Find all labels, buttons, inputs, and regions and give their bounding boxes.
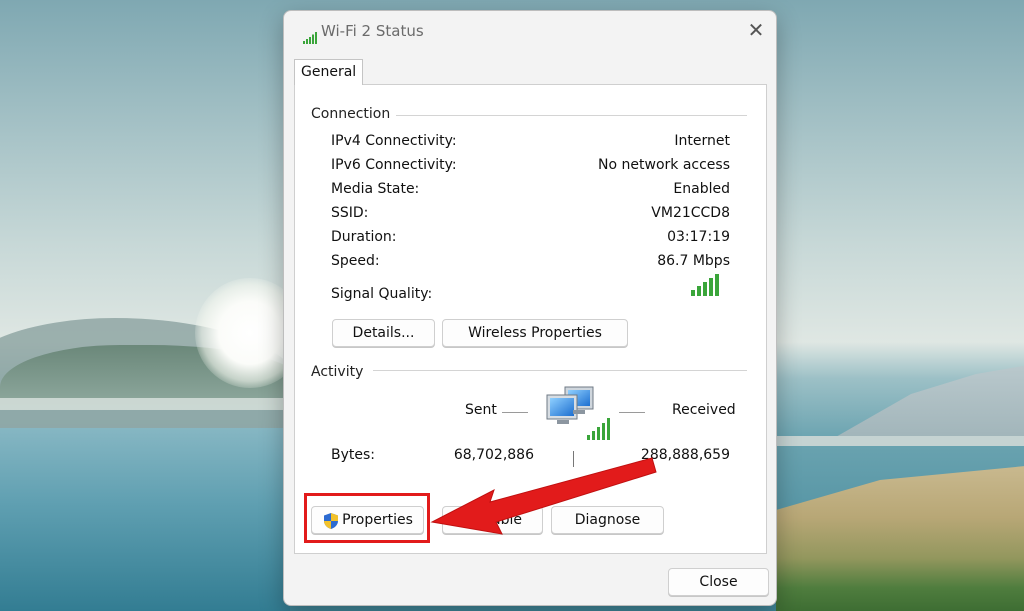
connection-group-label: Connection — [311, 106, 397, 122]
sent-connector-line — [502, 412, 528, 413]
sent-label: Sent — [465, 402, 497, 418]
received-label: Received — [672, 402, 736, 418]
wallpaper-shore — [0, 398, 300, 410]
ipv4-value: Internet — [674, 133, 730, 149]
close-window-button[interactable]: ✕ — [742, 17, 770, 43]
wallpaper-mountain — [820, 366, 1024, 446]
activity-group-divider — [373, 370, 747, 371]
wireless-properties-button[interactable]: Wireless Properties — [442, 319, 628, 347]
general-tab-panel: Connection IPv4 Connectivity: Internet I… — [294, 84, 767, 554]
properties-button-label: Properties — [342, 512, 413, 528]
wallpaper-shore-right — [776, 436, 1024, 446]
uac-shield-icon — [324, 513, 338, 529]
properties-button[interactable]: Properties — [311, 506, 424, 534]
media-state-value: Enabled — [673, 181, 730, 197]
window-title: Wi-Fi 2 Status — [321, 22, 424, 40]
ipv4-label: IPv4 Connectivity: — [331, 133, 457, 149]
ipv6-value: No network access — [598, 157, 730, 173]
wifi-signal-icon — [303, 32, 317, 44]
media-state-label: Media State: — [331, 181, 420, 197]
details-button[interactable]: Details... — [332, 319, 435, 347]
wallpaper-grass — [776, 465, 1024, 611]
bytes-label: Bytes: — [331, 447, 376, 463]
bytes-received-value: 288,888,659 — [640, 447, 730, 463]
ssid-label: SSID: — [331, 205, 369, 221]
received-connector-line — [619, 412, 645, 413]
connection-group-divider — [395, 115, 747, 116]
speed-value: 86.7 Mbps — [657, 253, 730, 269]
tab-general[interactable]: General — [294, 59, 364, 85]
signal-quality-label: Signal Quality: — [331, 286, 433, 302]
bytes-sent-value: 68,702,886 — [453, 447, 534, 463]
speed-label: Speed: — [331, 253, 380, 269]
wifi-status-dialog: Wi-Fi 2 Status ✕ General Connection IPv4… — [283, 10, 777, 606]
bytes-separator — [573, 451, 574, 467]
wallpaper-lake — [0, 410, 290, 611]
duration-value: 03:17:19 — [667, 229, 730, 245]
diagnose-button[interactable]: Diagnose — [551, 506, 664, 534]
ssid-value: VM21CCD8 — [651, 205, 730, 221]
activity-group-label: Activity — [311, 364, 370, 380]
ipv6-label: IPv6 Connectivity: — [331, 157, 457, 173]
duration-label: Duration: — [331, 229, 397, 245]
signal-quality-bars-icon — [691, 274, 719, 296]
network-computers-icon — [546, 386, 610, 440]
disable-button[interactable]: Disable — [442, 506, 543, 534]
close-button[interactable]: Close — [668, 568, 769, 596]
